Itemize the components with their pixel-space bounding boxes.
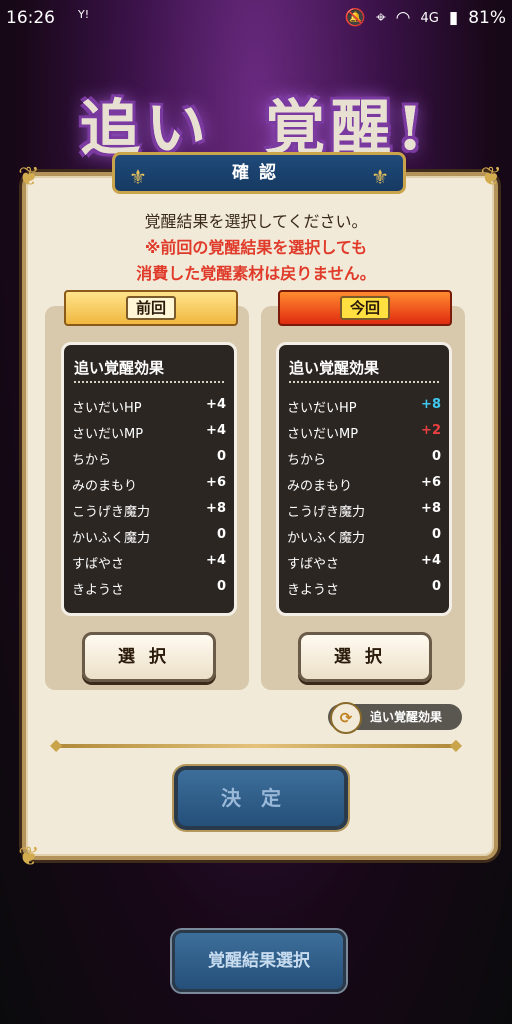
- stat-value: 0: [431, 449, 441, 464]
- stat-row: かいふく魔力 0: [72, 527, 226, 547]
- wifi-icon: ◠: [395, 8, 411, 28]
- stat-row: きようさ 0: [72, 579, 226, 599]
- status-time: 16:26: [6, 8, 55, 28]
- fleur-icon: ⚜: [129, 165, 147, 189]
- status-icons: 🔕 ⌖ ◠ 4G ▮ 81%: [345, 8, 506, 28]
- battery-icon: ▮: [448, 8, 459, 28]
- stat-name: さいだいHP: [72, 401, 142, 416]
- stat-row: さいだいHP +4: [72, 397, 226, 417]
- stat-value: +4: [206, 423, 226, 438]
- stat-name: さいだいMP: [72, 427, 144, 442]
- dialog-header-text: 確認: [232, 163, 286, 183]
- current-ribbon: 今回: [278, 290, 452, 326]
- stat-row: ちから 0: [72, 449, 226, 469]
- network-type: 4G: [420, 10, 439, 26]
- stat-name: かいふく魔力: [72, 531, 151, 546]
- stat-row: さいだいMP +2: [287, 423, 441, 443]
- stat-value: +2: [421, 423, 441, 438]
- stat-row: すばやさ +4: [287, 553, 441, 573]
- stat-value: 0: [216, 449, 226, 464]
- stat-name: ちから: [72, 453, 112, 468]
- stat-value: +8: [421, 397, 441, 412]
- mute-icon: 🔕: [344, 8, 367, 28]
- previous-ribbon-label: 前回: [125, 296, 176, 320]
- corner-ornament-icon: ❦: [18, 842, 40, 872]
- sim-icon: Y!: [78, 8, 90, 21]
- stat-name: こうげき魔力: [72, 505, 151, 520]
- divider-ornament-icon: ◆: [449, 735, 462, 754]
- stat-value: +6: [206, 475, 226, 490]
- stat-value: +4: [421, 553, 441, 568]
- stat-row: みのまもり +6: [287, 475, 441, 495]
- select-previous-button[interactable]: 選択: [82, 632, 216, 682]
- stat-row: こうげき魔力 +8: [287, 501, 441, 521]
- dotted-divider: [289, 381, 439, 383]
- previous-ribbon: 前回: [64, 290, 238, 326]
- current-ribbon-label: 今回: [339, 296, 390, 320]
- stat-name: さいだいMP: [287, 427, 359, 442]
- warning-line-1: ※前回の覚醒結果を選択しても: [144, 238, 368, 257]
- stat-value: +6: [421, 475, 441, 490]
- panel-title: 追い覚醒効果: [74, 359, 165, 377]
- toggle-label: 追い覚醒効果: [370, 710, 443, 724]
- stat-name: みのまもり: [72, 479, 138, 494]
- corner-ornament-icon: ❦: [480, 162, 502, 192]
- fleur-icon: ⚜: [371, 165, 389, 189]
- stat-name: きようさ: [72, 583, 125, 598]
- awakening-effect-toggle[interactable]: ⟳ 追い覚醒効果: [328, 702, 462, 734]
- stat-value: +4: [206, 397, 226, 412]
- dialog-message: 覚醒結果を選択してください。: [144, 212, 368, 231]
- awakening-result-select-button[interactable]: 覚醒結果選択: [172, 930, 346, 992]
- stat-row: かいふく魔力 0: [287, 527, 441, 547]
- dialog-header: ⚜ 確認 ⚜: [112, 152, 406, 194]
- stat-row: こうげき魔力 +8: [72, 501, 226, 521]
- select-current-button[interactable]: 選択: [298, 632, 432, 682]
- stat-row: さいだいMP +4: [72, 423, 226, 443]
- stat-value: +4: [206, 553, 226, 568]
- stat-row: さいだいHP +8: [287, 397, 441, 417]
- ornamental-divider: ◆ ◆: [50, 735, 462, 754]
- swap-icon: ⟳: [330, 702, 362, 734]
- decide-button[interactable]: 決定: [174, 766, 348, 830]
- stat-value: 0: [431, 579, 441, 594]
- current-stats-panel: 追い覚醒効果 さいだいHP +8 さいだいMP +2 ちから 0 みのまもり +6 こうげき魔力…: [276, 342, 452, 616]
- stat-value: +8: [421, 501, 441, 516]
- stat-row: きようさ 0: [287, 579, 441, 599]
- panel-title: 追い覚醒効果: [289, 359, 380, 377]
- stat-row: ちから 0: [287, 449, 441, 469]
- dotted-divider: [74, 381, 224, 383]
- stat-name: さいだいHP: [287, 401, 357, 416]
- stat-name: こうげき魔力: [287, 505, 366, 520]
- warning-line-2: 消費した覚醒素材は戻りません。: [136, 264, 376, 283]
- divider-ornament-icon: ◆: [50, 735, 63, 754]
- stat-name: すばやさ: [287, 557, 340, 572]
- stat-row: みのまもり +6: [72, 475, 226, 495]
- stat-name: きようさ: [287, 583, 340, 598]
- stat-value: 0: [216, 527, 226, 542]
- corner-ornament-icon: ❦: [18, 162, 40, 192]
- previous-stats-panel: 追い覚醒効果 さいだいHP +4 さいだいMP +4 ちから 0 みのまもり +6 こうげき魔力…: [61, 342, 237, 616]
- stat-name: みのまもり: [287, 479, 353, 494]
- stat-value: 0: [216, 579, 226, 594]
- stat-name: かいふく魔力: [287, 531, 366, 546]
- stat-value: 0: [431, 527, 441, 542]
- location-icon: ⌖: [376, 8, 386, 28]
- stat-name: ちから: [287, 453, 327, 468]
- stat-name: すばやさ: [72, 557, 125, 572]
- stat-row: すばやさ +4: [72, 553, 226, 573]
- battery-level: 81%: [468, 8, 506, 28]
- status-bar: 16:26 Y! 🔕 ⌖ ◠ 4G ▮ 81%: [0, 0, 512, 36]
- stat-value: +8: [206, 501, 226, 516]
